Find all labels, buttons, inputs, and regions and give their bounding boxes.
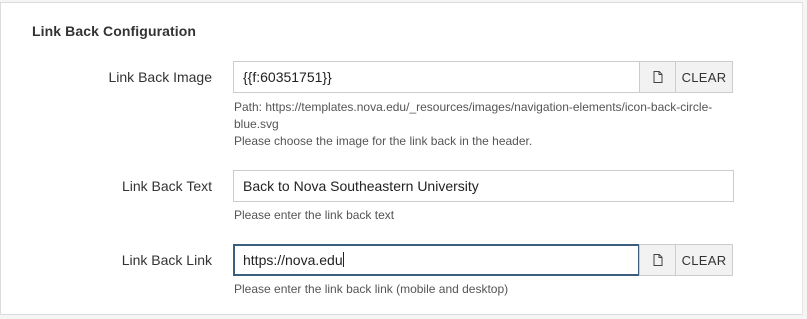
link-back-text-label: Link Back Text [121,178,212,194]
link-back-image-input[interactable]: {{f:60351751}} [233,61,640,93]
link-back-image-browse-button[interactable] [639,61,676,93]
link-back-image-label: Link Back Image [108,69,213,85]
link-back-text-help: Please enter the link back text [234,208,395,222]
link-back-link-browse-button[interactable] [639,244,676,276]
link-back-link-help: Please enter the link back link (mobile … [234,282,509,296]
link-back-link-value: https://nova.edu [243,252,343,268]
image-help-text: Please choose the image for the link bac… [234,134,533,148]
link-back-image-clear-button[interactable]: CLEAR [675,61,733,93]
file-icon [653,71,663,83]
link-back-configuration-panel: Link Back Configuration Link Back Image … [0,2,803,315]
link-back-link-input[interactable]: https://nova.edu [233,244,640,276]
link-back-image-help: Path: https://templates.nova.edu/_resour… [234,99,734,150]
file-icon [653,254,663,266]
image-path-line-2: blue.svg [234,117,279,131]
link-back-text-input[interactable]: Back to Nova Southeastern University [233,170,734,202]
text-cursor [342,252,344,267]
section-title: Link Back Configuration [32,23,197,39]
link-back-link-clear-button[interactable]: CLEAR [675,244,733,276]
image-path-line-1: Path: https://templates.nova.edu/_resour… [234,100,713,114]
link-back-link-label: Link Back Link [121,252,212,268]
